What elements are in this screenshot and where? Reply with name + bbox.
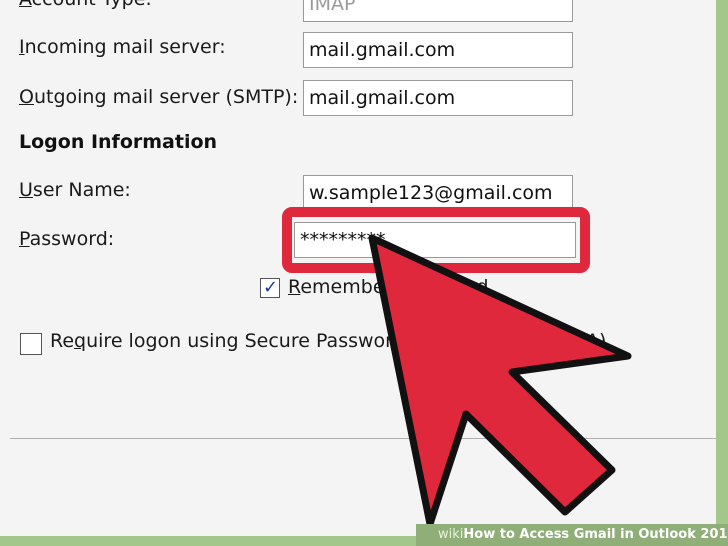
pointer-arrow-icon [368, 234, 632, 528]
wikihow-footer: wikiHow to Access Gmail in Outlook 2010 [416, 524, 728, 546]
